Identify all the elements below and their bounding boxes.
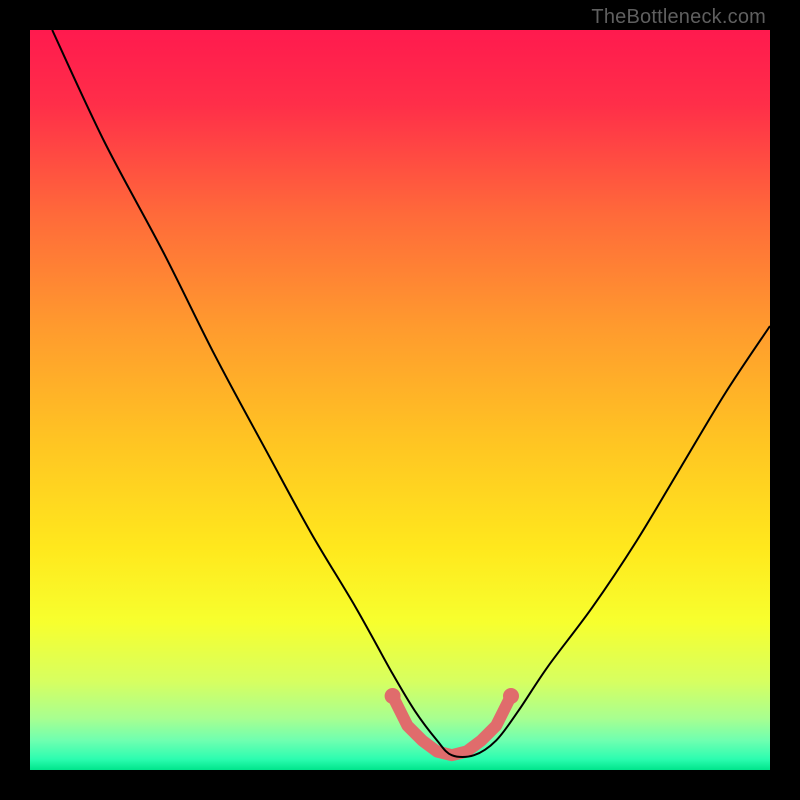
- bottleneck-curve: [52, 30, 770, 757]
- trough-end-dot: [385, 688, 401, 704]
- plot-area: [30, 30, 770, 770]
- trough-end-dot: [503, 688, 519, 704]
- chart-svg: [30, 30, 770, 770]
- trough-highlight: [385, 688, 519, 755]
- chart-frame: TheBottleneck.com: [0, 0, 800, 800]
- watermark-text: TheBottleneck.com: [591, 6, 766, 29]
